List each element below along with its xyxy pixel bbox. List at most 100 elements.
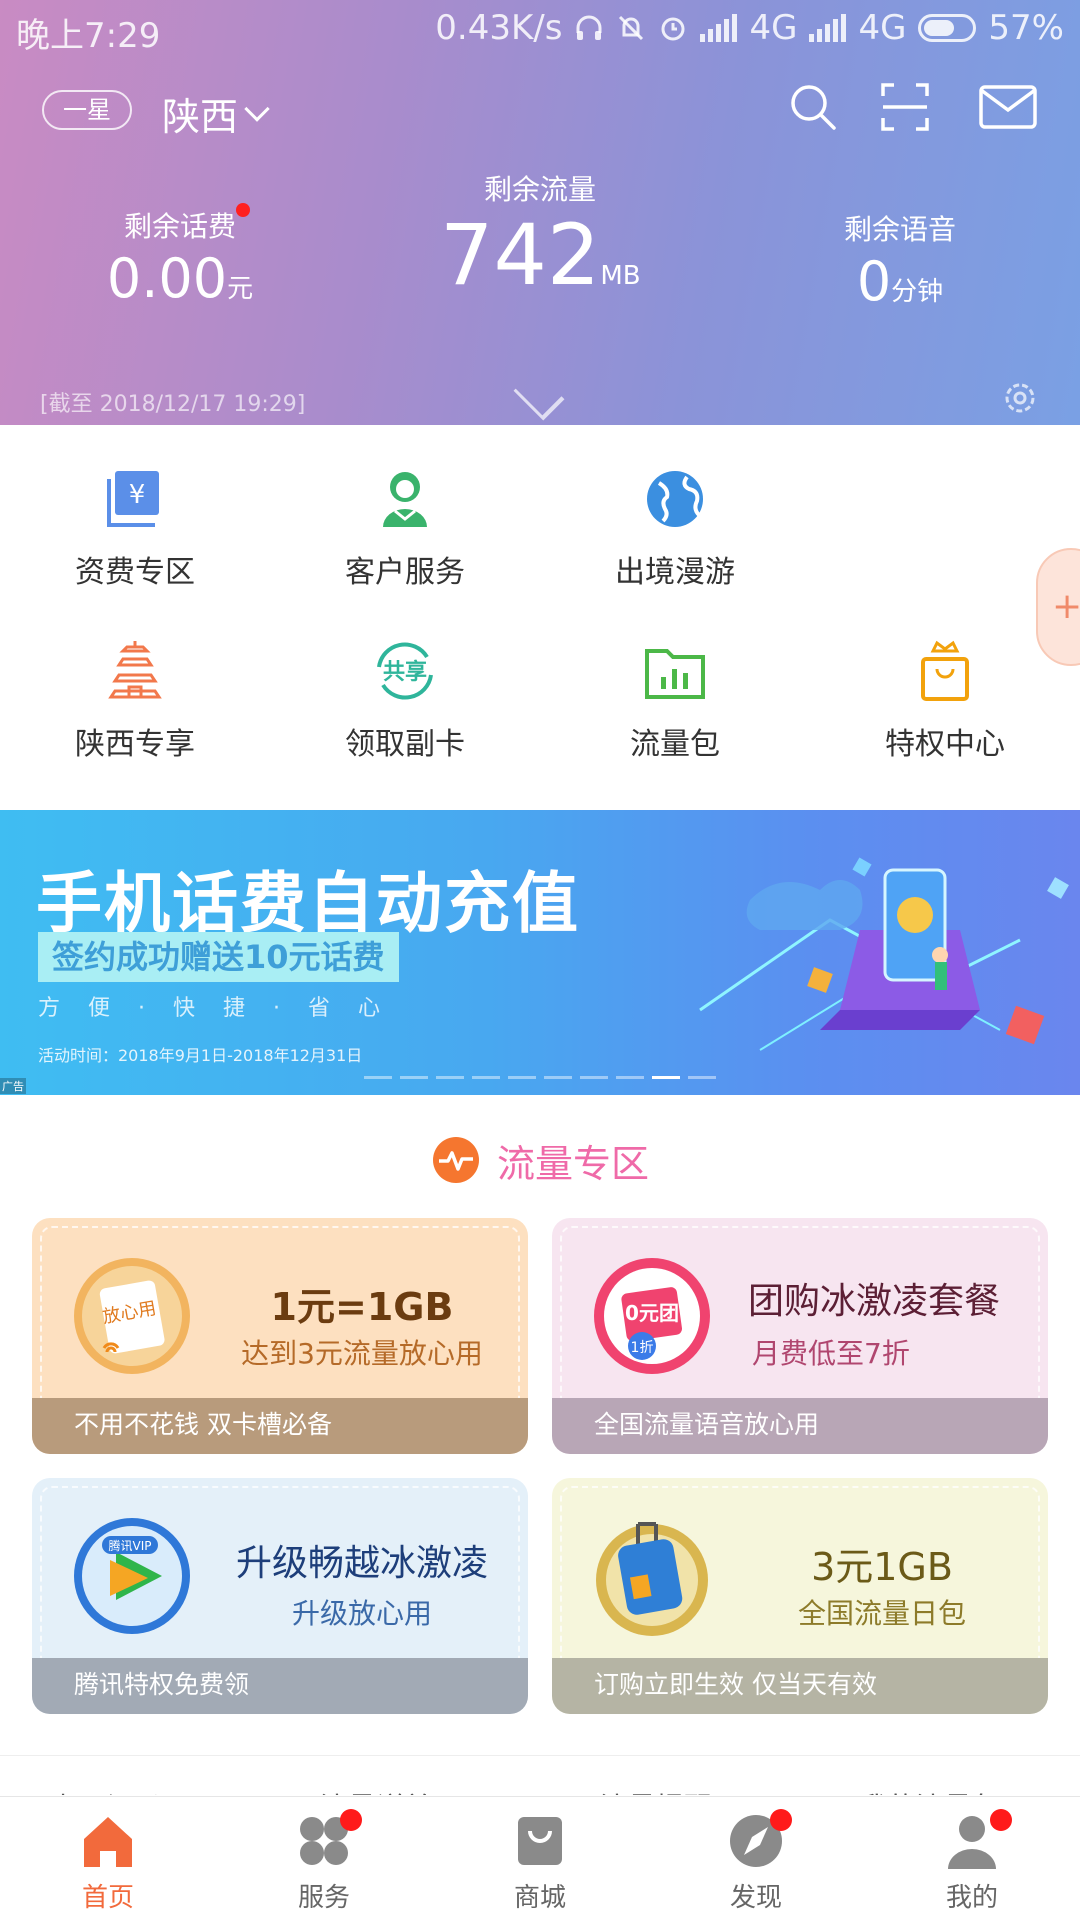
expand-chevron-icon[interactable] [513, 369, 565, 421]
nav-label: 首页 [81, 1883, 134, 1913]
carousel-dot[interactable] [544, 1076, 572, 1079]
nav-profile[interactable]: 我的 [864, 1797, 1080, 1920]
province-selector[interactable]: 陕西 [162, 86, 270, 141]
pagoda-icon [108, 641, 162, 699]
status-right: 0.43K/s 4G 4G 57% [435, 8, 1064, 48]
nav-badge [770, 1809, 792, 1831]
nav-label: 我的 [945, 1883, 998, 1913]
network-type-2: 4G [858, 8, 907, 48]
mute-icon [619, 15, 644, 41]
home-icon [84, 1817, 132, 1867]
balance-unit: 元 [227, 274, 254, 304]
alarm-icon [661, 17, 685, 41]
nav-services[interactable]: 服务 [216, 1797, 432, 1920]
tariff-icon: ¥ [107, 471, 159, 527]
menu-item-data-pack[interactable]: 流量包 [540, 637, 810, 763]
carousel-dot[interactable] [364, 1076, 392, 1079]
medal-text: 0元团 [625, 1301, 679, 1325]
signal-icon-2 [809, 14, 847, 42]
carousel-dot-active[interactable] [652, 1076, 680, 1079]
voice-label: 剩余语音 [843, 213, 956, 246]
offer-title: 3元1GB [811, 1545, 953, 1589]
data-value: 742 [440, 206, 601, 304]
tencent-video-icon: 腾讯VIP [74, 1518, 190, 1634]
link-data-reminder[interactable]: 流量提醒 [600, 1786, 712, 1795]
offer-title: 团购冰激凌套餐 [748, 1281, 1001, 1322]
nav-label: 服务 [297, 1883, 350, 1913]
offer-card-upgrade[interactable]: 腾讯VIP 升级畅越冰激凌 升级放心用 腾讯特权免费领 [32, 1478, 528, 1714]
carousel-dot[interactable] [400, 1076, 428, 1079]
carousel-dot[interactable] [688, 1076, 716, 1079]
offer-card-day-pass[interactable]: 3元1GB 全国流量日包 订购立即生效 仅当天有效 [552, 1478, 1048, 1714]
share-card-icon: 共享 [377, 642, 433, 700]
carousel-indicator[interactable] [364, 1076, 716, 1079]
banner-subtitle: 签约成功赠送10元话费 [38, 932, 399, 982]
menu-item-share-card[interactable]: 共享 领取副卡 [270, 637, 540, 763]
offer-subtitle: 升级放心用 [291, 1597, 432, 1630]
data-stat[interactable]: 剩余流量 742MB [440, 168, 641, 321]
menu-item-tariff[interactable]: ¥ 资费专区 [0, 465, 270, 591]
menu-item-roaming[interactable]: 出境漫游 [540, 465, 810, 591]
link-browse-history[interactable]: 上网记录 [50, 1786, 162, 1795]
quick-menu-grid: ¥ 资费专区 客户服务 出境漫游 陕西专享 共享 领取副卡 流量包 特权中心 [0, 425, 1080, 810]
luggage-medal-icon [596, 1522, 708, 1636]
menu-label: 陕西专享 [75, 727, 195, 762]
offer-subtitle: 达到3元流量放心用 [241, 1337, 483, 1370]
nav-home[interactable]: 首页 [0, 1797, 216, 1920]
nav-discover[interactable]: 发现 [648, 1797, 864, 1920]
offer-title: 1元=1GB [270, 1285, 454, 1329]
offer-card-group-buy[interactable]: 0元团 1折 团购冰激凌套餐 月费低至7折 全国流量语音放心用 [552, 1218, 1048, 1454]
customer-service-icon [383, 472, 427, 527]
carousel-dot[interactable] [580, 1076, 608, 1079]
medal-sub: 1折 [631, 1340, 654, 1356]
data-label: 剩余流量 [483, 173, 596, 206]
banner-date: 活动时间：2018年9月1日-2018年12月31日 [38, 1046, 363, 1065]
carousel-dot[interactable] [508, 1076, 536, 1079]
link-data-detail[interactable]: 流量详单 [320, 1786, 432, 1795]
floating-add-button[interactable]: + [1036, 548, 1080, 666]
link-my-packs[interactable]: 我的流量包 [860, 1786, 1000, 1795]
balance-stat[interactable]: 剩余话费 0.00元 [100, 203, 260, 310]
settings-icon[interactable] [1000, 378, 1040, 418]
bottom-nav: 首页 服务 商城 发现 我的 [0, 1796, 1080, 1920]
carousel-dot[interactable] [436, 1076, 464, 1079]
battery-icon [918, 14, 977, 42]
svg-text:¥: ¥ [129, 480, 146, 510]
account-header: 晚上7:29 0.43K/s 4G 4G 57% 一星 陕西 剩余话费 0.00… [0, 0, 1080, 425]
voice-value: 0 [856, 250, 892, 313]
nav-label: 发现 [729, 1883, 782, 1913]
offer-subtitle: 月费低至7折 [752, 1337, 910, 1370]
signal-icon [700, 14, 738, 42]
mail-icon[interactable] [978, 82, 1038, 132]
carousel-dot[interactable] [472, 1076, 500, 1079]
notification-dot [236, 203, 250, 217]
nav-shop[interactable]: 商城 [432, 1797, 648, 1920]
offer-card-1gb[interactable]: 放心用 1元=1GB 达到3元流量放心用 不用不花钱 双卡槽必备 [32, 1218, 528, 1454]
nav-label: 商城 [513, 1883, 566, 1913]
balance-value-row: 0.00元 [100, 247, 260, 310]
data-unit: MB [600, 261, 641, 291]
scan-icon[interactable] [880, 82, 930, 132]
folder-chart-icon [645, 649, 705, 699]
menu-label: 特权中心 [885, 727, 1005, 762]
menu-item-service[interactable]: 客户服务 [270, 465, 540, 591]
carousel-dot[interactable] [616, 1076, 644, 1079]
star-level-badge[interactable]: 一星 [42, 90, 132, 130]
promo-banner[interactable]: 手机话费自动充值 签约成功赠送10元话费 方便·快捷·省心 活动时间：2018年… [0, 810, 1080, 1095]
app-root: 晚上7:29 0.43K/s 4G 4G 57% 一星 陕西 剩余话费 0.00… [0, 0, 1080, 1920]
headset-icon [576, 15, 602, 40]
offer-title: 升级畅越冰激凌 [235, 1543, 488, 1584]
more-links-row: 上网记录 流量详单 流量提醒 我的流量包 [0, 1755, 1080, 1795]
menu-item-shaanxi[interactable]: 陕西专享 [0, 637, 270, 763]
chevron-down-icon [244, 95, 270, 122]
voice-stat[interactable]: 剩余语音 0分钟 [820, 208, 980, 313]
status-time: 晚上7:29 [16, 16, 161, 56]
network-speed: 0.43K/s [435, 8, 563, 48]
menu-label: 流量包 [630, 727, 720, 762]
group-buy-medal-icon: 0元团 1折 [594, 1258, 710, 1374]
menu-item-privilege[interactable]: 特权中心 [810, 637, 1080, 763]
voice-unit: 分钟 [891, 277, 944, 307]
ad-label: 广告 [0, 1078, 26, 1094]
search-icon[interactable] [788, 82, 838, 132]
nav-badge [990, 1809, 1012, 1831]
